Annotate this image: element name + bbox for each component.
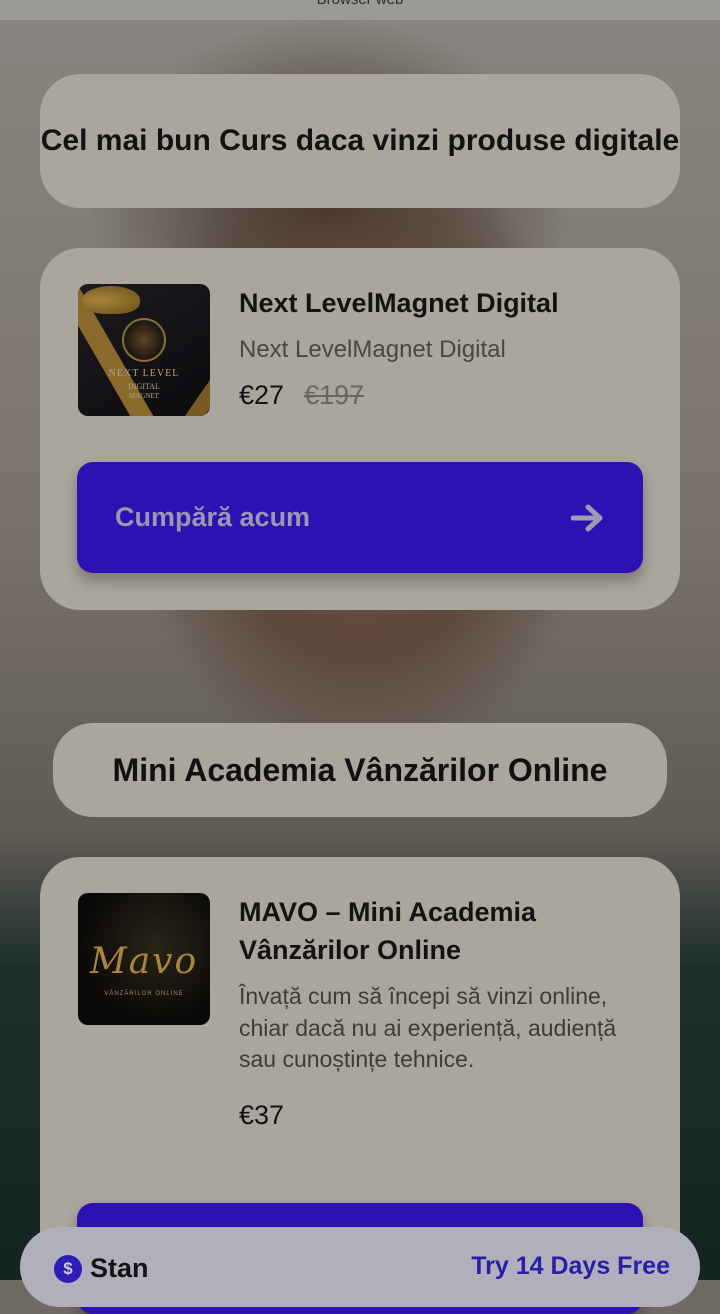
stan-dollar-icon: $	[54, 1254, 82, 1283]
product-subtitle: Next LevelMagnet Digital	[239, 336, 506, 363]
product-title[interactable]: MAVO – Mini Academia Vânzărilor Online	[239, 893, 650, 969]
try-free-link[interactable]: Try 14 Days Free	[471, 1252, 670, 1281]
product-card: Mavo VÂNZĂRILOR ONLINE MAVO – Mini Acade…	[40, 857, 680, 1314]
page-title: Cel mai bun Curs daca vinzi produse digi…	[40, 124, 680, 157]
browser-bar: Browser web	[0, 0, 720, 20]
thumb-text: NEXT LEVEL	[108, 368, 180, 379]
gift-bow-icon	[82, 286, 140, 314]
arrow-right-icon	[571, 504, 603, 531]
section-title: Mini Academia Vânzărilor Online	[112, 751, 608, 788]
section-header-card: Mini Academia Vânzărilor Online	[53, 723, 667, 817]
mavo-logo-subtext: VÂNZĂRILOR ONLINE	[104, 991, 184, 997]
stan-brand-name: Stan	[90, 1253, 149, 1283]
product-price: €37	[239, 1099, 285, 1130]
product-thumbnail[interactable]: Mavo VÂNZĂRILOR ONLINE	[78, 893, 210, 1025]
product-info: MAVO – Mini Academia Vânzărilor Online Î…	[239, 893, 650, 1131]
buy-now-button[interactable]: Cumpără acum	[77, 462, 643, 573]
price-row: €37	[239, 1100, 650, 1131]
stan-logo[interactable]: $ Stan	[54, 1253, 149, 1284]
product-price: €27	[239, 380, 285, 410]
product-info: Next LevelMagnet Digital Next LevelMagne…	[239, 284, 650, 411]
product-description: Învață cum să începi să vinzi online, ch…	[239, 983, 617, 1072]
product-card: NEXT LEVEL DIGITAL MAGNET Next LevelMagn…	[40, 248, 680, 610]
price-row: €27 €197	[239, 380, 650, 411]
product-title[interactable]: Next LevelMagnet Digital	[239, 284, 650, 322]
product-thumbnail[interactable]: NEXT LEVEL DIGITAL MAGNET	[78, 284, 210, 416]
footer-bar: $ Stan Try 14 Days Free	[20, 1227, 700, 1307]
header-card: Cel mai bun Curs daca vinzi produse digi…	[40, 74, 680, 208]
emblem-icon	[122, 318, 166, 362]
thumb-text: MAGNET	[129, 392, 159, 400]
product-old-price: €197	[304, 380, 365, 410]
thumb-text: DIGITAL	[128, 382, 160, 391]
browser-title: Browser web	[317, 0, 404, 8]
mavo-logo-text: Mavo	[89, 941, 199, 982]
buy-now-label: Cumpără acum	[115, 502, 311, 532]
